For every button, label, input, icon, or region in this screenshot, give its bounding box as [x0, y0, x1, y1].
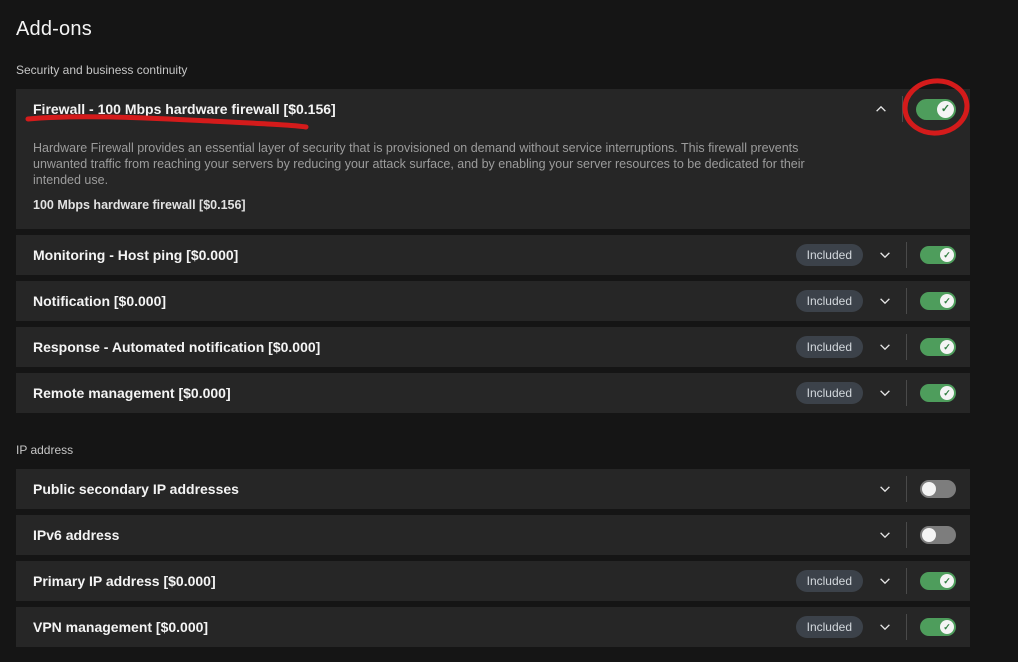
check-icon: ✓ — [941, 104, 950, 115]
toggle-vpn-management[interactable]: ✓ — [920, 618, 956, 636]
addon-title-notification: Notification [$0.000] — [33, 293, 796, 309]
toggle-knob: ✓ — [940, 574, 954, 588]
toggle-knob: ✓ — [940, 620, 954, 634]
addon-title-vpn-management: VPN management [$0.000] — [33, 619, 796, 635]
addon-row-remote-management[interactable]: Remote management [$0.000] Included ✓ — [16, 373, 970, 413]
addon-suboption-firewall: 100 Mbps hardware firewall [$0.156] — [33, 198, 953, 212]
chevron-down-icon[interactable] — [873, 335, 897, 359]
addon-row-response[interactable]: Response - Automated notification [$0.00… — [16, 327, 970, 367]
toggle-knob: ✓ — [940, 294, 954, 308]
toggle-knob: ✓ — [922, 528, 936, 542]
addon-row-vpn-management[interactable]: VPN management [$0.000] Included ✓ — [16, 607, 970, 647]
control-divider — [906, 568, 907, 594]
addon-title-firewall: Firewall - 100 Mbps hardware firewall [$… — [33, 101, 869, 117]
toggle-remote-management[interactable]: ✓ — [920, 384, 956, 402]
toggle-knob: ✓ — [940, 340, 954, 354]
control-divider — [906, 476, 907, 502]
section-ip-address: IP address Public secondary IP addresses… — [16, 443, 1002, 647]
toggle-public-secondary-ip[interactable]: ✓ — [920, 480, 956, 498]
control-divider — [906, 242, 907, 268]
chevron-down-icon[interactable] — [873, 523, 897, 547]
addon-title-ipv6: IPv6 address — [33, 527, 873, 543]
addon-title-monitoring: Monitoring - Host ping [$0.000] — [33, 247, 796, 263]
included-badge: Included — [796, 382, 863, 404]
toggle-response[interactable]: ✓ — [920, 338, 956, 356]
addons-page: Add-ons Security and business continuity… — [0, 0, 1018, 647]
addon-row-firewall[interactable]: Firewall - 100 Mbps hardware firewall [$… — [16, 89, 970, 129]
section-label-security: Security and business continuity — [16, 63, 1002, 77]
addon-row-primary-ip[interactable]: Primary IP address [$0.000] Included ✓ — [16, 561, 970, 601]
check-icon: ✓ — [943, 297, 951, 306]
addon-description-firewall: Hardware Firewall provides an essential … — [33, 140, 839, 188]
toggle-knob: ✓ — [940, 386, 954, 400]
chevron-down-icon[interactable] — [873, 615, 897, 639]
control-divider — [906, 288, 907, 314]
check-icon: ✓ — [943, 577, 951, 586]
addon-row-notification[interactable]: Notification [$0.000] Included ✓ — [16, 281, 970, 321]
check-icon: ✓ — [943, 623, 951, 632]
control-divider — [906, 614, 907, 640]
toggle-knob: ✓ — [940, 248, 954, 262]
included-badge: Included — [796, 616, 863, 638]
check-icon: ✓ — [943, 343, 951, 352]
toggle-notification[interactable]: ✓ — [920, 292, 956, 310]
included-badge: Included — [796, 244, 863, 266]
chevron-down-icon[interactable] — [873, 243, 897, 267]
addon-title-response: Response - Automated notification [$0.00… — [33, 339, 796, 355]
chevron-down-icon[interactable] — [873, 289, 897, 313]
control-divider — [902, 96, 903, 122]
toggle-ipv6[interactable]: ✓ — [920, 526, 956, 544]
addon-title-primary-ip: Primary IP address [$0.000] — [33, 573, 796, 589]
addon-title-remote-management: Remote management [$0.000] — [33, 385, 796, 401]
chevron-down-icon[interactable] — [873, 569, 897, 593]
control-divider — [906, 380, 907, 406]
toggle-knob: ✓ — [937, 101, 954, 118]
section-label-ip-address: IP address — [16, 443, 1002, 457]
chevron-down-icon[interactable] — [873, 477, 897, 501]
toggle-monitoring[interactable]: ✓ — [920, 246, 956, 264]
control-divider — [906, 334, 907, 360]
chevron-up-icon[interactable] — [869, 97, 893, 121]
chevron-down-icon[interactable] — [873, 381, 897, 405]
addon-row-ipv6[interactable]: IPv6 address ✓ — [16, 515, 970, 555]
check-icon: ✓ — [943, 389, 951, 398]
toggle-firewall[interactable]: ✓ — [916, 99, 956, 120]
toggle-knob: ✓ — [922, 482, 936, 496]
addon-title-public-secondary-ip: Public secondary IP addresses — [33, 481, 873, 497]
addon-row-monitoring[interactable]: Monitoring - Host ping [$0.000] Included… — [16, 235, 970, 275]
control-divider — [906, 522, 907, 548]
toggle-primary-ip[interactable]: ✓ — [920, 572, 956, 590]
included-badge: Included — [796, 290, 863, 312]
addon-card-firewall: Firewall - 100 Mbps hardware firewall [$… — [16, 89, 970, 229]
check-icon: ✓ — [943, 251, 951, 260]
included-badge: Included — [796, 570, 863, 592]
included-badge: Included — [796, 336, 863, 358]
addon-row-public-secondary-ip[interactable]: Public secondary IP addresses ✓ — [16, 469, 970, 509]
section-security: Security and business continuity Firewal… — [16, 63, 1002, 413]
page-title: Add-ons — [16, 18, 1002, 41]
